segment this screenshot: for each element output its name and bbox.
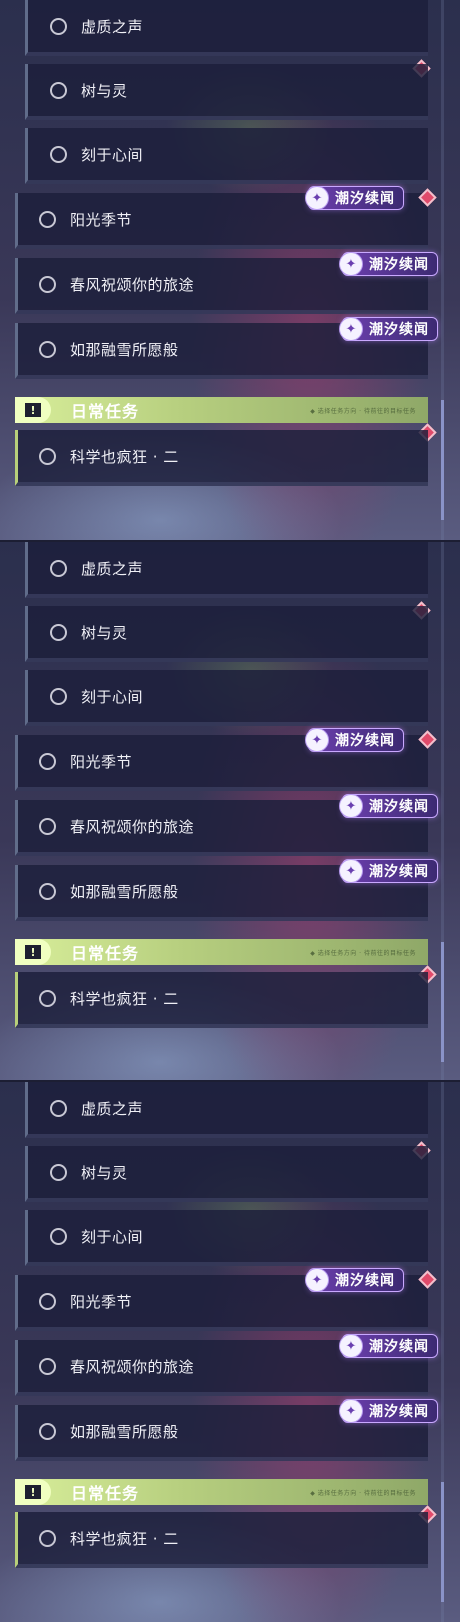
section-note: ◆ 选择任务方向 · 待前往的目标任务 <box>310 407 416 415</box>
quest-list-frame-3: 虚质之声 树与灵 刻于心间 阳光季节 ✦ 潮汐续闻 春风祝颂你的旅途 ✦ 潮汐续… <box>0 1080 460 1622</box>
circle-outline-icon <box>39 340 56 358</box>
quest-label: 刻于心间 <box>81 1227 144 1246</box>
circle-outline-icon <box>50 81 67 99</box>
quest-label: 如那融雪所愿般 <box>70 340 179 359</box>
tidal-chronicle-tag: ✦ 潮汐续闻 <box>339 859 438 883</box>
tidal-chronicle-icon: ✦ <box>305 728 329 752</box>
quest-label: 春风祝颂你的旅途 <box>70 275 195 294</box>
quest-item[interactable]: 虚质之声 <box>25 0 428 56</box>
tidal-chronicle-tag: ✦ 潮汐续闻 <box>305 1268 404 1292</box>
tag-label: 潮汐续闻 <box>369 1404 429 1420</box>
scrollbar-thumb[interactable] <box>441 1482 444 1602</box>
tidal-chronicle-tag: ✦ 潮汐续闻 <box>339 1334 438 1358</box>
tag-label: 潮汐续闻 <box>369 257 429 273</box>
circle-outline-icon <box>39 1422 56 1440</box>
tag-label: 潮汐续闻 <box>335 733 395 749</box>
quest-item[interactable]: 虚质之声 <box>25 1082 428 1138</box>
quest-list-frame-1: 虚质之声 树与灵 刻于心间 阳光季节 ✦ 潮汐续闻 春风祝颂你的旅途 ✦ 潮汐续… <box>0 0 460 540</box>
circle-outline-icon <box>50 1163 67 1181</box>
quest-label: 科学也疯狂 · 二 <box>70 989 179 1008</box>
tidal-chronicle-tag: ✦ 潮汐续闻 <box>339 317 438 341</box>
tag-label: 潮汐续闻 <box>369 799 429 815</box>
daily-quest-item[interactable]: 科学也疯狂 · 二 <box>15 972 428 1028</box>
daily-tasks-header[interactable]: ! 日常任务 ◆ 选择任务方向 · 待前往的目标任务 <box>15 397 428 423</box>
tidal-chronicle-icon: ✦ <box>339 252 363 276</box>
circle-outline-icon <box>50 17 67 35</box>
scrollbar-thumb[interactable] <box>441 942 444 1062</box>
quest-label: 刻于心间 <box>81 145 144 164</box>
daily-tasks-header[interactable]: ! 日常任务 ◆ 选择任务方向 · 待前往的目标任务 <box>15 1479 428 1505</box>
tidal-chronicle-icon: ✦ <box>339 794 363 818</box>
daily-tasks-header[interactable]: ! 日常任务 ◆ 选择任务方向 · 待前往的目标任务 <box>15 939 428 965</box>
quest-label: 虚质之声 <box>81 559 144 578</box>
circle-outline-icon <box>39 1529 56 1547</box>
quest-label: 春风祝颂你的旅途 <box>70 817 195 836</box>
tidal-chronicle-icon: ✦ <box>339 1334 363 1358</box>
circle-outline-icon <box>39 1357 56 1375</box>
tidal-chronicle-tag: ✦ 潮汐续闻 <box>305 728 404 752</box>
quest-item[interactable]: 树与灵 <box>25 64 428 120</box>
tidal-chronicle-tag: ✦ 潮汐续闻 <box>339 1399 438 1423</box>
section-title: 日常任务 <box>71 944 140 963</box>
quest-label: 如那融雪所愿般 <box>70 1422 179 1441</box>
section-title: 日常任务 <box>71 402 140 421</box>
quest-item[interactable]: 树与灵 <box>25 1146 428 1202</box>
circle-outline-icon <box>39 752 56 770</box>
exclamation-icon: ! <box>15 1479 51 1505</box>
quest-label: 春风祝颂你的旅途 <box>70 1357 195 1376</box>
quest-label: 科学也疯狂 · 二 <box>70 447 179 466</box>
exclamation-icon: ! <box>15 397 51 423</box>
quest-item[interactable]: 刻于心间 <box>25 670 428 726</box>
circle-outline-icon <box>39 447 56 465</box>
quest-label: 树与灵 <box>81 623 128 642</box>
quest-item[interactable]: 树与灵 <box>25 606 428 662</box>
section-note: ◆ 选择任务方向 · 待前往的目标任务 <box>310 1489 416 1497</box>
circle-outline-icon <box>39 882 56 900</box>
quest-item[interactable]: 刻于心间 <box>25 128 428 184</box>
quest-item[interactable]: 刻于心间 <box>25 1210 428 1266</box>
tag-label: 潮汐续闻 <box>369 1339 429 1355</box>
circle-outline-icon <box>39 275 56 293</box>
quest-label: 虚质之声 <box>81 17 144 36</box>
quest-item[interactable]: 虚质之声 <box>25 542 428 598</box>
circle-outline-icon <box>50 145 67 163</box>
circle-outline-icon <box>50 687 67 705</box>
tidal-chronicle-icon: ✦ <box>305 1268 329 1292</box>
quest-label: 如那融雪所愿般 <box>70 882 179 901</box>
quest-label: 虚质之声 <box>81 1099 144 1118</box>
tidal-chronicle-icon: ✦ <box>339 859 363 883</box>
circle-outline-icon <box>50 1099 67 1117</box>
tag-label: 潮汐续闻 <box>369 322 429 338</box>
tidal-chronicle-tag: ✦ 潮汐续闻 <box>305 186 404 210</box>
quest-label: 科学也疯狂 · 二 <box>70 1529 179 1548</box>
circle-outline-icon <box>39 989 56 1007</box>
daily-quest-item[interactable]: 科学也疯狂 · 二 <box>15 1512 428 1568</box>
circle-outline-icon <box>39 210 56 228</box>
daily-quest-item[interactable]: 科学也疯狂 · 二 <box>15 430 428 486</box>
tag-label: 潮汐续闻 <box>335 1273 395 1289</box>
section-title: 日常任务 <box>71 1484 140 1503</box>
tidal-chronicle-icon: ✦ <box>339 317 363 341</box>
quest-label: 阳光季节 <box>70 1292 133 1311</box>
circle-outline-icon <box>39 1292 56 1310</box>
quest-label: 树与灵 <box>81 81 128 100</box>
tidal-chronicle-tag: ✦ 潮汐续闻 <box>339 252 438 276</box>
quest-label: 树与灵 <box>81 1163 128 1182</box>
circle-outline-icon <box>50 623 67 641</box>
section-note: ◆ 选择任务方向 · 待前往的目标任务 <box>310 949 416 957</box>
circle-outline-icon <box>39 817 56 835</box>
circle-outline-icon <box>50 559 67 577</box>
scrollbar-thumb[interactable] <box>441 400 444 520</box>
tag-label: 潮汐续闻 <box>335 191 395 207</box>
tidal-chronicle-tag: ✦ 潮汐续闻 <box>339 794 438 818</box>
quest-label: 刻于心间 <box>81 687 144 706</box>
exclamation-icon: ! <box>15 939 51 965</box>
tidal-chronicle-icon: ✦ <box>305 186 329 210</box>
circle-outline-icon <box>50 1227 67 1245</box>
tag-label: 潮汐续闻 <box>369 864 429 880</box>
quest-list-frame-2: 虚质之声 树与灵 刻于心间 阳光季节 ✦ 潮汐续闻 春风祝颂你的旅途 ✦ 潮汐续… <box>0 540 460 1082</box>
tidal-chronicle-icon: ✦ <box>339 1399 363 1423</box>
quest-label: 阳光季节 <box>70 752 133 771</box>
quest-label: 阳光季节 <box>70 210 133 229</box>
